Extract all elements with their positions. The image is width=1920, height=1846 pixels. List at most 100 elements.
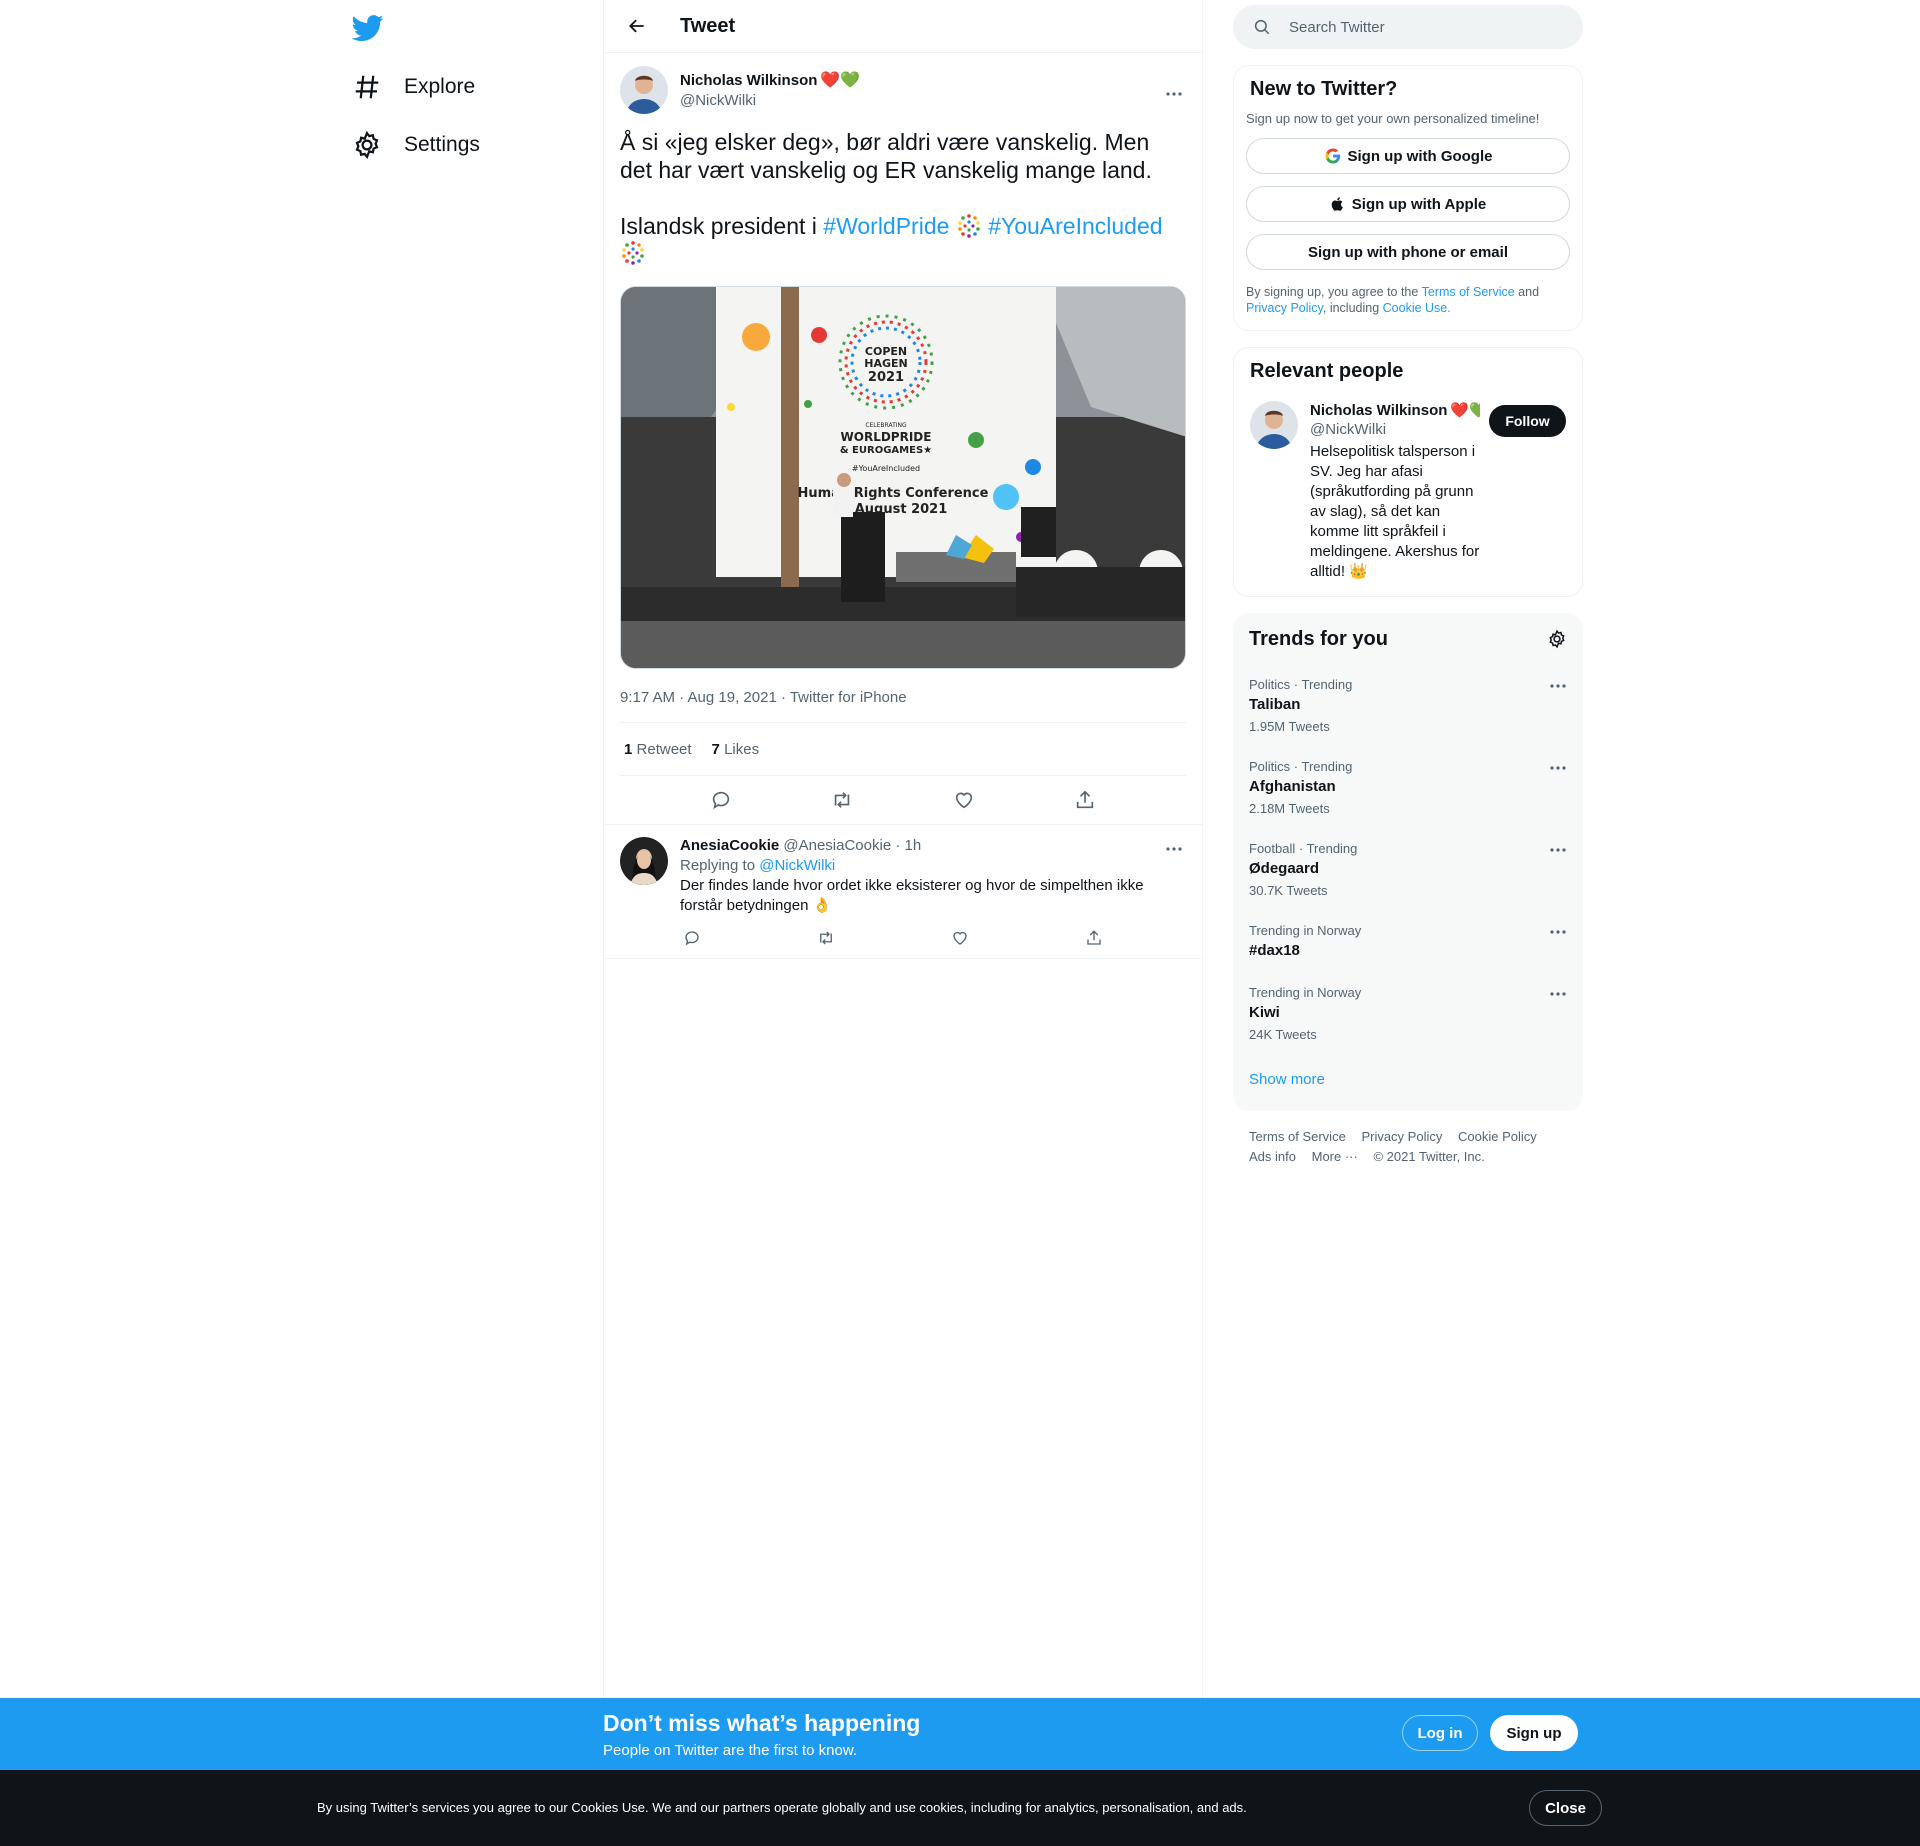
trend-item[interactable]: Trending in Norway Kiwi 24K Tweets [1233, 973, 1583, 1055]
footer-copyright: © 2021 Twitter, Inc. [1373, 1149, 1485, 1164]
more-dots-icon[interactable] [1549, 991, 1567, 997]
trend-name: Taliban [1249, 696, 1301, 713]
like-button[interactable] [948, 926, 972, 950]
like-button[interactable] [952, 788, 976, 812]
person-handle[interactable]: @NickWilki [1310, 421, 1480, 438]
main-column: Tweet Nicholas Wilkinson ❤️💚 @NickWilki Å… [603, 0, 1203, 1700]
show-more-link[interactable]: Show more [1233, 1055, 1583, 1111]
login-button[interactable]: Log in [1402, 1715, 1478, 1751]
share-button[interactable] [1082, 926, 1106, 950]
bird-icon[interactable] [352, 12, 384, 44]
share-icon [1087, 930, 1101, 945]
photo-text: HAGEN [864, 357, 907, 370]
signup-apple-button[interactable]: Sign up with Apple [1246, 186, 1570, 222]
tweet-text: Å si «jeg elsker deg», bør aldri være va… [620, 128, 1186, 272]
reply-tweet[interactable]: AnesiaCookie @AnesiaCookie · 1h Replying… [604, 824, 1202, 959]
trend-item[interactable]: Politics · Trending Afghanistan 2.18M Tw… [1233, 747, 1583, 829]
photo-text: 2021 [868, 370, 904, 385]
cookie-link[interactable]: Cookie Use. [1383, 301, 1451, 315]
trend-item[interactable]: Politics · Trending Taliban 1.95M Tweets [1233, 665, 1583, 747]
more-dots-icon[interactable] [1549, 683, 1567, 689]
privacy-link[interactable]: Privacy Policy [1246, 301, 1323, 315]
avatar[interactable] [620, 837, 668, 885]
retweet-button[interactable] [830, 788, 854, 812]
photo-text: CELEBRATING [865, 422, 907, 429]
follow-button[interactable]: Follow [1489, 405, 1566, 437]
search-input[interactable]: Search Twitter [1233, 5, 1583, 49]
reply-button[interactable] [680, 926, 704, 950]
close-button[interactable]: Close [1529, 1790, 1602, 1826]
avatar[interactable] [620, 66, 668, 114]
footer-privacy-link[interactable]: Privacy Policy [1361, 1129, 1442, 1144]
avatar[interactable] [1250, 401, 1298, 449]
replying-to-link[interactable]: @NickWilki [759, 857, 835, 874]
like-count[interactable]: 7 Likes [712, 741, 760, 758]
nav-settings[interactable]: Settings [352, 125, 480, 165]
signup-phone-button[interactable]: Sign up with phone or email [1246, 234, 1570, 270]
card-title: Relevant people [1250, 360, 1404, 382]
author-handle[interactable]: @NickWilki [680, 92, 860, 109]
footer-terms-link[interactable]: Terms of Service [1249, 1129, 1346, 1144]
pride-emoji-icon [620, 240, 1186, 272]
reply-button[interactable] [709, 788, 733, 812]
nav-settings-label: Settings [404, 133, 480, 156]
reply-author-name[interactable]: AnesiaCookie [680, 837, 779, 854]
back-button[interactable] [620, 9, 654, 43]
share-icon [1077, 790, 1094, 809]
nav-explore[interactable]: Explore [352, 67, 475, 107]
trend-name: Ødegaard [1249, 860, 1320, 877]
banner-title: Don’t miss what’s happening [603, 1710, 921, 1736]
cookie-banner: By using Twitter’s services you agree to… [0, 1770, 1920, 1846]
signup-google-button[interactable]: Sign up with Google [1246, 138, 1570, 174]
more-dots-icon[interactable] [1549, 765, 1567, 771]
signup-phone-label: Sign up with phone or email [1307, 243, 1508, 261]
trend-count: 2.18M Tweets [1249, 801, 1330, 816]
tweet-author[interactable]: Nicholas Wilkinson ❤️💚 @NickWilki [620, 66, 1186, 114]
more-dots-icon[interactable] [1549, 847, 1567, 853]
more-dots-icon [1166, 847, 1182, 851]
trend-category: Politics · Trending [1249, 677, 1353, 692]
trend-category: Football · Trending [1249, 841, 1358, 856]
gear-icon[interactable] [1547, 629, 1567, 649]
trend-count: 1.95M Tweets [1249, 719, 1330, 734]
search-placeholder: Search Twitter [1289, 18, 1385, 36]
reply-handle-time[interactable]: @AnesiaCookie · 1h [783, 837, 921, 854]
trend-count: 30.7K Tweets [1249, 883, 1328, 898]
photo-text: #YouAreIncluded [852, 464, 920, 473]
relevant-person[interactable]: Nicholas Wilkinson❤️💚 @NickWilki Helsepo… [1250, 401, 1566, 582]
cookie-text: By using Twitter’s services you agree to… [317, 1800, 1247, 1815]
more-dots-icon[interactable] [1549, 929, 1567, 935]
author-emoji: ❤️💚 [820, 72, 861, 89]
trend-name: Kiwi [1249, 1004, 1280, 1021]
more-options-button[interactable] [1162, 839, 1186, 859]
footer-more-link[interactable]: More ··· [1312, 1149, 1358, 1164]
trend-item[interactable]: Trending in Norway #dax18 [1233, 911, 1583, 973]
footer-ads-link[interactable]: Ads info [1249, 1149, 1296, 1164]
signup-apple-label: Sign up with Apple [1351, 195, 1487, 213]
author-name[interactable]: Nicholas Wilkinson [680, 72, 817, 89]
hashtag-link[interactable]: #YouAreIncluded [988, 213, 1162, 239]
replying-to-label: Replying to [680, 857, 760, 874]
tweet-photo[interactable]: COPEN HAGEN 2021 CELEBRATING WORLDPRIDE … [620, 286, 1186, 669]
banner-subtitle: People on Twitter are the first to know. [603, 1742, 858, 1759]
hashtag-link[interactable]: #WorldPride [823, 213, 949, 239]
share-button[interactable] [1073, 788, 1097, 812]
relevant-people-card: Relevant people Nicholas Wilkinson❤️💚 @N… [1233, 347, 1583, 597]
trend-name: Afghanistan [1249, 778, 1336, 795]
trend-item[interactable]: Football · Trending Ødegaard 30.7K Tweet… [1233, 829, 1583, 911]
search-icon [1254, 19, 1270, 35]
trend-category: Trending in Norway [1249, 923, 1362, 938]
trend-name: #dax18 [1249, 942, 1300, 959]
retweet-count[interactable]: 1 Retweet [624, 741, 692, 758]
more-options-button[interactable] [1162, 84, 1186, 104]
person-name[interactable]: Nicholas Wilkinson [1310, 402, 1447, 419]
terms-link[interactable]: Terms of Service [1422, 285, 1515, 299]
footer-cookie-link[interactable]: Cookie Policy [1458, 1129, 1537, 1144]
retweet-button[interactable] [814, 926, 838, 950]
tweet-timestamp[interactable]: 9:17 AM · Aug 19, 2021 · Twitter for iPh… [620, 689, 1186, 723]
tweet-text-line: Å si «jeg elsker deg», bør aldri være va… [620, 129, 1152, 183]
signup-button[interactable]: Sign up [1490, 1715, 1578, 1751]
nav-explore-label: Explore [404, 75, 476, 98]
photo-text: & EUROGAMES★ [840, 445, 932, 456]
footer-links: Terms of Service Privacy Policy Cookie P… [1233, 1111, 1583, 1183]
